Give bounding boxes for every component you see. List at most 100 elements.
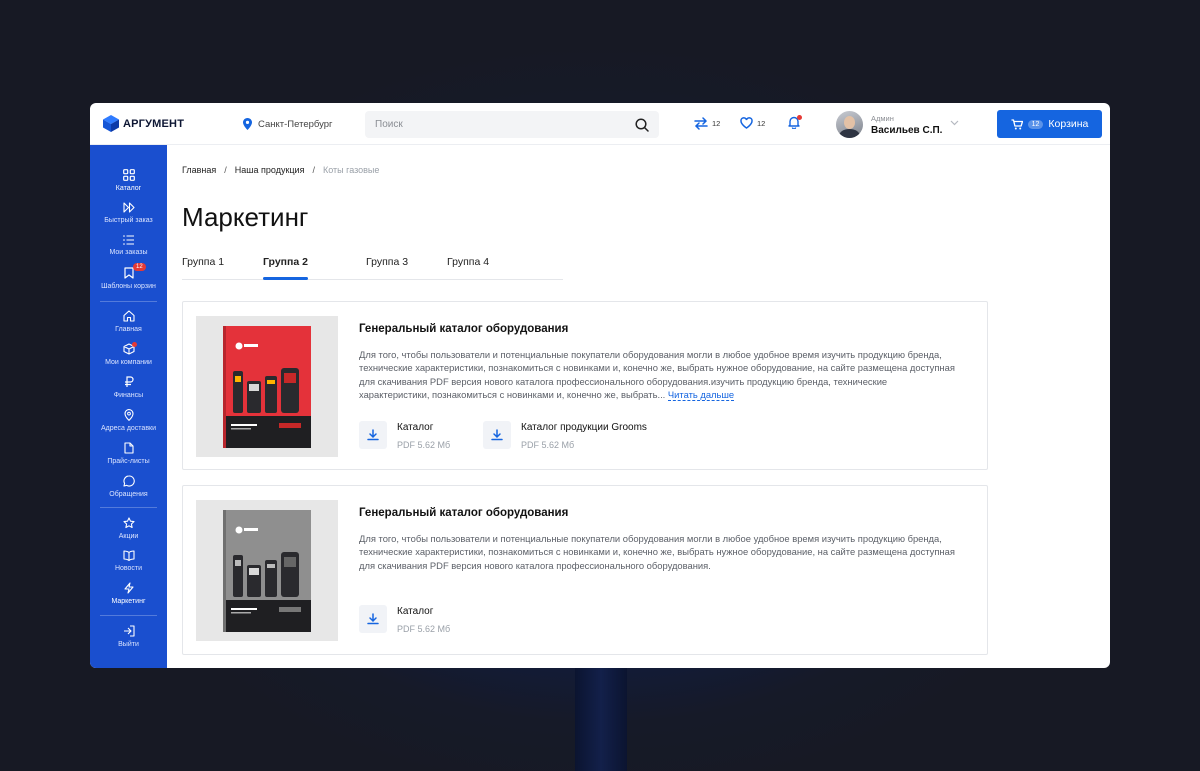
breadcrumb-link-products[interactable]: Наша продукция [235,165,305,175]
catalog-book-cover [223,510,311,632]
companies-dot [132,342,137,347]
heart-icon [740,117,753,129]
sidebar-item-price-lists[interactable]: Прайс-листы [90,442,167,465]
breadcrumb-separator: / [224,165,227,175]
notification-dot [797,115,802,120]
sidebar-item-label: Обращения [109,491,148,498]
breadcrumb: Главная / Наша продукция / Коты газовые [182,165,379,175]
location-icon [123,409,134,421]
sidebar-item-marketing[interactable]: Маркетинг [90,582,167,605]
sidebar-item-label: Мои компании [105,359,152,366]
download-meta: PDF 5.62 Мб [397,440,451,450]
tab-group-3[interactable]: Группа 3 [366,256,408,268]
sidebar: Каталог Быстрый заказ Мои заказы 12 Шабл… [90,145,167,668]
bolt-icon [123,582,134,594]
sidebar-item-logout[interactable]: Выйти [90,625,167,648]
top-header: АРГУМЕНТ Санкт-Петербург 12 [90,103,1110,145]
compare-arrows-icon [694,117,708,130]
user-menu[interactable]: Админ Васильев С.П. [836,111,942,138]
list-icon [122,235,134,245]
sidebar-item-label: Главная [115,326,142,333]
download-name: Каталог продукции Grooms [521,422,647,433]
city-label: Санкт-Петербург [258,118,333,130]
sidebar-item-label: Прайс-листы [107,458,150,465]
templates-badge: 12 [133,263,146,271]
sidebar-item-news[interactable]: Новости [90,550,167,572]
download-icon [491,429,503,441]
breadcrumb-link-home[interactable]: Главная [182,165,216,175]
download-item[interactable]: Каталог PDF 5.62 Мб [359,605,450,634]
tab-bar: Группа 1 Группа 2 Группа 3 Группа 4 [182,256,563,280]
sidebar-item-label: Адреса доставки [100,425,157,432]
sidebar-item-promotions[interactable]: Акции [90,517,167,540]
download-icon-box[interactable] [483,421,511,449]
logo-text: АРГУМЕНТ [123,117,185,130]
download-name: Каталог [397,606,434,617]
catalog-cover-image[interactable] [196,500,338,641]
compare-button[interactable]: 12 [694,117,720,130]
download-item[interactable]: Каталог PDF 5.62 Мб [359,421,450,450]
download-icon-box[interactable] [359,605,387,633]
sidebar-item-cart-templates[interactable]: 12 Шаблоны корзин [90,263,167,290]
ruble-icon [124,376,134,387]
card-description: Для того, чтобы пользователи и потенциал… [359,348,959,401]
bookmark-icon [123,267,134,279]
sidebar-item-label: Финансы [113,392,144,399]
sidebar-item-catalog[interactable]: Каталог [90,169,167,192]
cart-icon [1011,118,1023,129]
location-pin-icon [243,118,252,130]
page-title: Маркетинг [182,202,309,232]
sidebar-item-label: Акции [118,533,139,540]
notifications-button[interactable] [788,115,802,131]
sidebar-item-requests[interactable]: Обращения [90,475,167,498]
star-icon [122,517,135,529]
sidebar-item-finance[interactable]: Финансы [90,376,167,399]
search-bar [365,111,659,138]
grid-icon [122,169,135,181]
cart-button[interactable]: 12 Корзина [997,110,1102,138]
download-icon [367,429,379,441]
file-icon [123,442,134,454]
download-name: Каталог [397,422,434,433]
catalog-book-cover [223,326,311,448]
fast-forward-icon [122,202,135,213]
sidebar-divider [100,301,157,302]
avatar [836,111,863,138]
sidebar-item-home[interactable]: Главная [90,310,167,333]
sidebar-item-label: Мои заказы [109,249,148,256]
cart-count: 12 [1027,119,1044,129]
cart-label: Корзина [1048,118,1089,130]
sidebar-item-my-orders[interactable]: Мои заказы [90,235,167,256]
catalog-cover-image[interactable] [196,316,338,457]
read-more-link[interactable]: Читать дальше [667,388,735,401]
logout-icon [123,625,135,637]
sidebar-item-quick-order[interactable]: Быстрый заказ [90,202,167,224]
card-title: Генеральный каталог оборудования [359,507,569,519]
sidebar-item-companies[interactable]: Мои компании [90,342,167,366]
logo[interactable]: АРГУМЕНТ [103,115,184,132]
card-description: Для того, чтобы пользователи и потенциал… [359,533,955,571]
compare-count: 12 [712,119,721,128]
sidebar-item-label: Маркетинг [111,598,146,605]
breadcrumb-separator: / [312,165,315,175]
sidebar-divider [100,615,157,616]
tab-group-1[interactable]: Группа 1 [182,256,224,268]
sidebar-item-label: Каталог [115,185,142,192]
sidebar-item-label: Выйти [118,641,139,648]
favorites-button[interactable]: 12 [740,117,765,129]
favorites-count: 12 [757,118,766,128]
tab-group-4[interactable]: Группа 4 [447,256,489,268]
card-description-text: Для того, чтобы пользователи и потенциал… [359,349,955,400]
search-icon[interactable] [635,117,649,132]
sidebar-item-delivery-addresses[interactable]: Адреса доставки [90,409,167,432]
breadcrumb-current: Коты газовые [322,165,380,175]
search-input[interactable] [375,119,635,130]
chevron-down-icon[interactable] [950,120,959,126]
download-meta: PDF 5.62 Мб [521,440,575,450]
catalog-card: Генеральный каталог оборудования Для тог… [182,301,988,470]
city-selector[interactable]: Санкт-Петербург [243,118,333,130]
download-item[interactable]: Каталог продукции Grooms PDF 5.62 Мб [483,421,647,450]
book-icon [122,550,135,561]
download-icon-box[interactable] [359,421,387,449]
tab-group-2[interactable]: Группа 2 [263,256,308,280]
